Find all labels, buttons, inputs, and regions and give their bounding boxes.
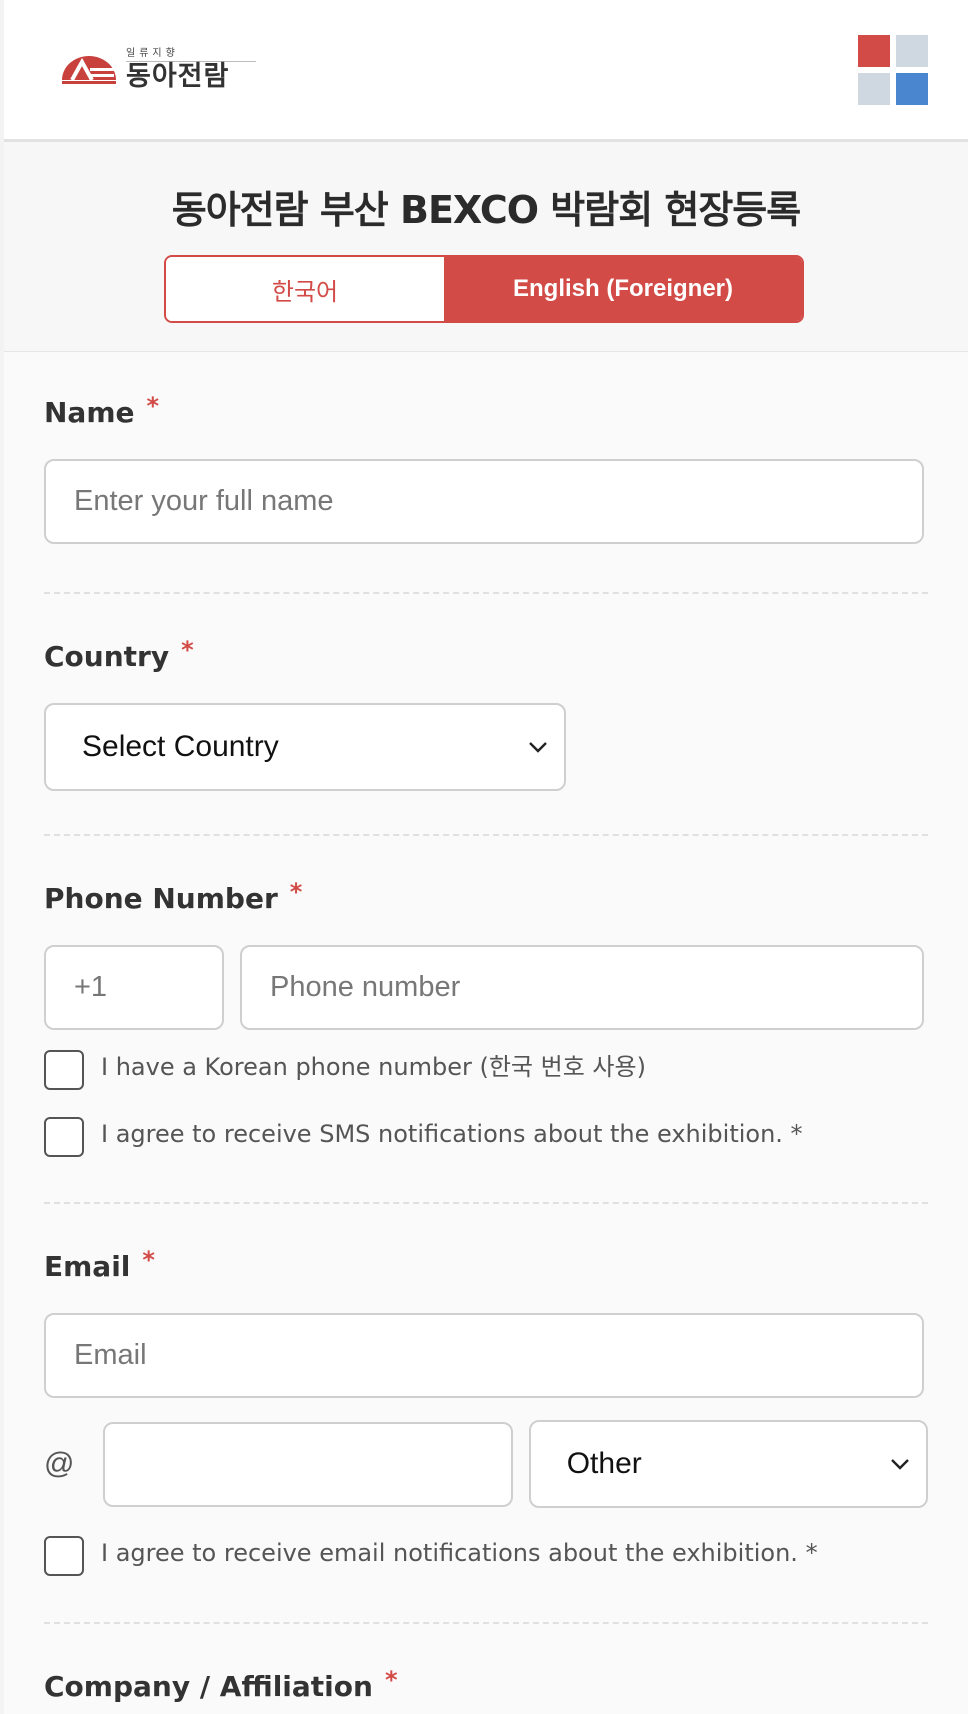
title-section: 동아전람 부산 BEXCO 박람회 현장등록 한국어 English (Fore…: [4, 142, 968, 352]
brand-logo[interactable]: 일류지향 동아전람: [60, 44, 256, 92]
korean-number-option: I have a Korean phone number (한국 번호 사용): [44, 1050, 928, 1090]
country-select-value: Select Country: [82, 730, 279, 763]
logo-text: 일류지향 동아전람: [126, 44, 256, 92]
email-label-text: Email: [44, 1250, 131, 1283]
company-label: Company / Affiliation *: [44, 1666, 928, 1703]
korean-number-checkbox[interactable]: [44, 1050, 84, 1090]
language-korean-button[interactable]: 한국어: [166, 257, 444, 321]
email-label: Email *: [44, 1246, 928, 1283]
country-label-text: Country: [44, 640, 170, 673]
email-agree-option: I agree to receive email notifications a…: [44, 1536, 928, 1576]
language-english-button[interactable]: English (Foreigner): [444, 257, 802, 321]
logo-subtitle: 일류지향: [126, 44, 256, 62]
phone-section: Phone Number * I have a Korean phone num…: [44, 836, 928, 1204]
menu-tile: [858, 73, 890, 105]
country-section: Country * Select Country: [44, 594, 928, 836]
phone-number-input[interactable]: [240, 945, 924, 1030]
korean-number-label: I have a Korean phone number (한국 번호 사용): [101, 1053, 646, 1081]
sms-agree-checkbox[interactable]: [44, 1117, 84, 1157]
email-domain-row: @ Other: [44, 1420, 928, 1508]
email-agree-label: I agree to receive email notifications a…: [101, 1539, 818, 1567]
email-domain-input[interactable]: [102, 1421, 513, 1507]
site-header: 일류지향 동아전람: [4, 0, 968, 142]
registration-form: Name * Country * Select Country Phone Nu…: [4, 352, 968, 1703]
email-input[interactable]: [44, 1313, 924, 1398]
required-asterisk: *: [289, 878, 303, 906]
at-sign: @: [44, 1447, 75, 1480]
country-label: Country *: [44, 636, 928, 673]
required-asterisk: *: [384, 1666, 398, 1694]
name-section: Name *: [44, 352, 928, 594]
required-asterisk: *: [181, 636, 194, 664]
required-asterisk: *: [142, 1246, 155, 1274]
email-domain-select-value: Other: [566, 1447, 642, 1480]
chevron-down-icon: [891, 1459, 909, 1470]
email-domain-select[interactable]: Other: [528, 1420, 928, 1508]
phone-label: Phone Number *: [44, 878, 928, 915]
logo-mark-icon: [62, 56, 116, 84]
menu-tile: [896, 73, 928, 105]
email-agree-checkbox[interactable]: [44, 1536, 84, 1576]
name-label-text: Name: [44, 396, 135, 429]
company-label-text: Company / Affiliation: [44, 1670, 373, 1703]
required-asterisk: *: [146, 392, 160, 420]
menu-grid-icon[interactable]: [858, 35, 929, 106]
logo-name: 동아전람: [126, 61, 230, 92]
name-label: Name *: [44, 392, 928, 429]
phone-label-text: Phone Number: [44, 882, 278, 915]
menu-tile: [896, 35, 928, 67]
email-section: Email * @ Other I agree to receive email…: [44, 1204, 928, 1624]
menu-tile: [858, 35, 890, 67]
company-section: Company / Affiliation *: [44, 1624, 928, 1703]
registration-page: 일류지향 동아전람 동아전람 부산 BEXCO 박람회 현장등록 한국어 Eng…: [4, 0, 968, 1714]
page-title: 동아전람 부산 BEXCO 박람회 현장등록: [171, 188, 801, 232]
name-input[interactable]: [44, 459, 924, 544]
country-code-input[interactable]: [44, 945, 224, 1030]
sms-agree-option: I agree to receive SMS notifications abo…: [44, 1117, 928, 1157]
chevron-down-icon: [529, 742, 547, 753]
phone-input-row: [44, 945, 928, 1030]
sms-agree-label: I agree to receive SMS notifications abo…: [101, 1120, 803, 1148]
country-select[interactable]: Select Country: [44, 703, 566, 791]
language-toggle: 한국어 English (Foreigner): [164, 255, 804, 323]
